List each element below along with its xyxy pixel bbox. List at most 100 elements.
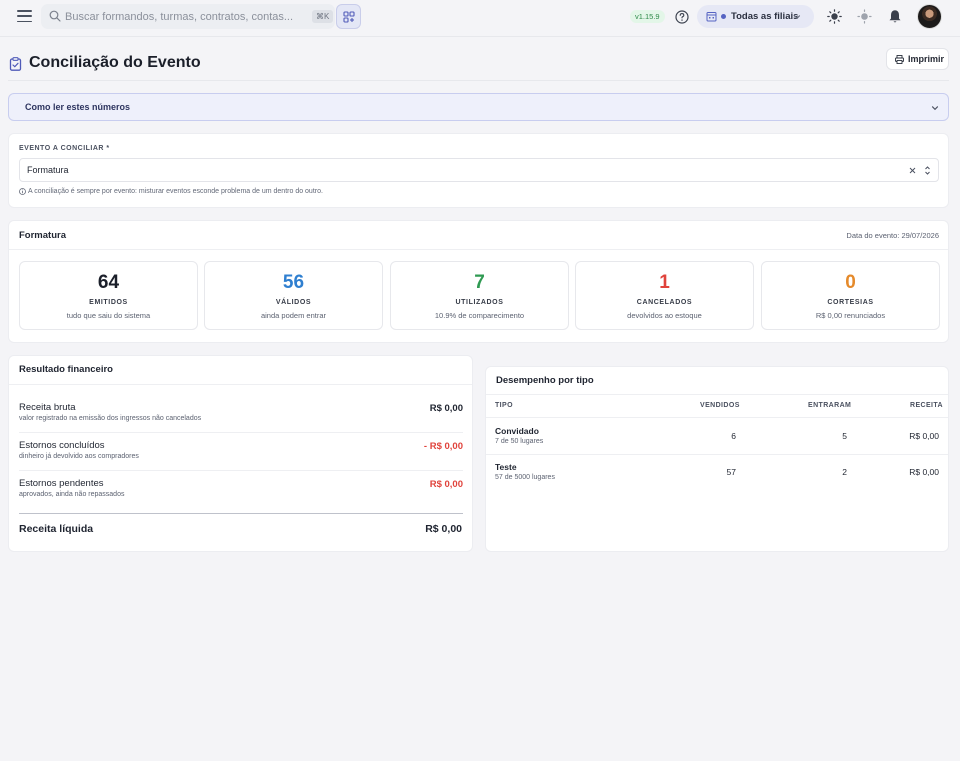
col-header-tipo: TIPO [495,402,513,409]
row-sold: 6 [731,431,736,441]
fin-row-label: Receita bruta [19,402,76,413]
row-entered: 2 [842,467,847,477]
search-box[interactable]: ⌘K [41,4,335,29]
bell-icon[interactable] [888,9,902,24]
stat-utilizados: 7 UTILIZADOS 10.9% de comparecimento [390,261,569,330]
total-divider [19,513,463,514]
row-capacity: 57 de 5000 lugares [495,474,555,481]
fin-row-receita-bruta: Receita bruta valor registrado na emissã… [19,402,463,440]
stat-label: CORTESIAS [827,299,874,306]
col-header-receita: RECEITA [910,402,944,409]
print-button[interactable]: Imprimir [886,48,949,70]
building-icon [706,12,717,22]
stat-cortesias: 0 CORTESIAS R$ 0,00 renunciados [761,261,940,330]
clear-icon[interactable] [909,167,916,174]
stat-sub: devolvidos ao estoque [627,311,702,320]
apps-button[interactable] [336,4,361,29]
row-revenue: R$ 0,00 [909,467,939,477]
table-row: Convidado 7 de 50 lugares 6 5 R$ 0,00 [486,418,948,454]
top-divider [0,36,960,37]
header-divider [8,80,949,81]
stat-label: VÁLIDOS [275,299,312,306]
fin-row-sub: valor registrado na emissão dos ingresso… [19,415,202,422]
fin-row-value: - R$ 0,00 [423,441,463,452]
net-revenue-value: R$ 0,00 [425,523,462,535]
fin-row-estornos-pendentes: Estornos pendentes aprovados, ainda não … [19,478,463,516]
stats-title: Formatura [19,230,66,241]
event-select-value: Formatura [27,165,69,175]
col-header-vendidos: VENDIDOS [700,402,740,409]
stat-sub: R$ 0,00 renunciados [815,311,886,320]
chevron-updown-icon [925,166,930,175]
row-capacity: 7 de 50 lugares [495,438,544,445]
fin-row-estornos-concluidos: Estornos concluídos dinheiro já devolvid… [19,440,463,478]
branch-label: Todas as filiais [731,11,799,22]
row-sold: 57 [726,467,736,477]
col-header-entraram: ENTRARAM [808,402,852,409]
branch-dot [721,14,726,19]
stat-cancelados: 1 CANCELADOS devolvidos ao estoque [575,261,754,330]
financial-card: Resultado financeiro Receita bruta valor… [8,355,473,552]
net-revenue-label: Receita líquida [19,523,94,535]
row-revenue: R$ 0,00 [909,431,939,441]
menu-icon[interactable] [17,10,32,23]
performance-card: Desempenho por tipo TIPO VENDIDOS ENTRAR… [485,366,949,552]
row-type-name: Convidado [495,426,539,436]
event-date: Data do evento: 29/07/2026 [846,231,939,240]
stat-emitidos: 64 EMITIDOS tudo que saiu do sistema [19,261,198,330]
stat-label: UTILIZADOS [455,299,504,306]
theme-color-icon[interactable] [857,9,872,24]
stat-label: CANCELADOS [636,299,693,306]
chevron-down-icon [793,15,801,20]
top-bar: ⌘K v1.15.9 Todas as filiais [0,0,960,33]
fin-row-value: R$ 0,00 [429,403,463,414]
row-entered: 5 [842,431,847,441]
branch-select[interactable]: Todas as filiais [697,5,814,28]
stat-value: 1 [659,272,670,293]
event-select-card: EVENTO A CONCILIAR * Formatura A concili… [8,133,949,208]
stat-value: 7 [474,272,485,293]
stat-sub: 10.9% de comparecimento [434,311,525,320]
stat-value: 64 [97,272,120,293]
search-input[interactable] [65,7,305,26]
event-field-label: EVENTO A CONCILIAR * [19,145,110,152]
printer-icon [895,55,904,64]
apps-icon [342,10,355,23]
clipboard-check-icon [9,57,22,71]
row-divider [19,470,463,471]
row-type-name: Teste [495,462,517,472]
print-label: Imprimir [908,54,945,64]
performance-title: Desempenho por tipo [496,375,594,386]
financial-divider [9,384,472,385]
chevron-down-icon [931,106,939,111]
sun-icon[interactable] [827,9,842,24]
stat-sub: tudo que saiu do sistema [66,311,151,320]
page-title: Conciliação do Evento [29,54,201,71]
how-to-read-accordion[interactable]: Como ler estes números [8,93,949,121]
help-icon[interactable] [675,10,689,24]
search-icon [49,10,61,22]
fin-row-label: Estornos pendentes [19,478,104,489]
stats-divider [9,249,948,250]
fin-row-value: R$ 0,00 [429,479,463,490]
stat-label: EMITIDOS [89,299,128,306]
stat-value: 56 [282,272,305,293]
financial-title: Resultado financeiro [19,364,113,375]
row-divider [19,432,463,433]
event-hint: A conciliação é sempre por evento: mistu… [28,188,323,195]
table-row: Teste 57 de 5000 lugares 57 2 R$ 0,00 [486,454,948,490]
performance-divider [486,394,948,395]
accordion-label: Como ler estes números [25,102,131,112]
search-shortcut: ⌘K [312,10,334,23]
stat-sub: ainda podem entrar [260,311,327,320]
stat-value: 0 [845,272,856,293]
fin-row-sub: dinheiro já devolvido aos compradores [19,453,139,460]
event-stats-card: Formatura Data do evento: 29/07/2026 64 … [8,220,949,343]
avatar[interactable] [917,4,942,29]
fin-row-label: Estornos concluídos [19,440,105,451]
fin-row-sub: aprovados, ainda não repassados [19,491,125,498]
event-select[interactable]: Formatura [19,158,939,182]
info-icon [19,188,26,195]
version-badge: v1.15.9 [630,10,665,23]
stat-validos: 56 VÁLIDOS ainda podem entrar [204,261,383,330]
